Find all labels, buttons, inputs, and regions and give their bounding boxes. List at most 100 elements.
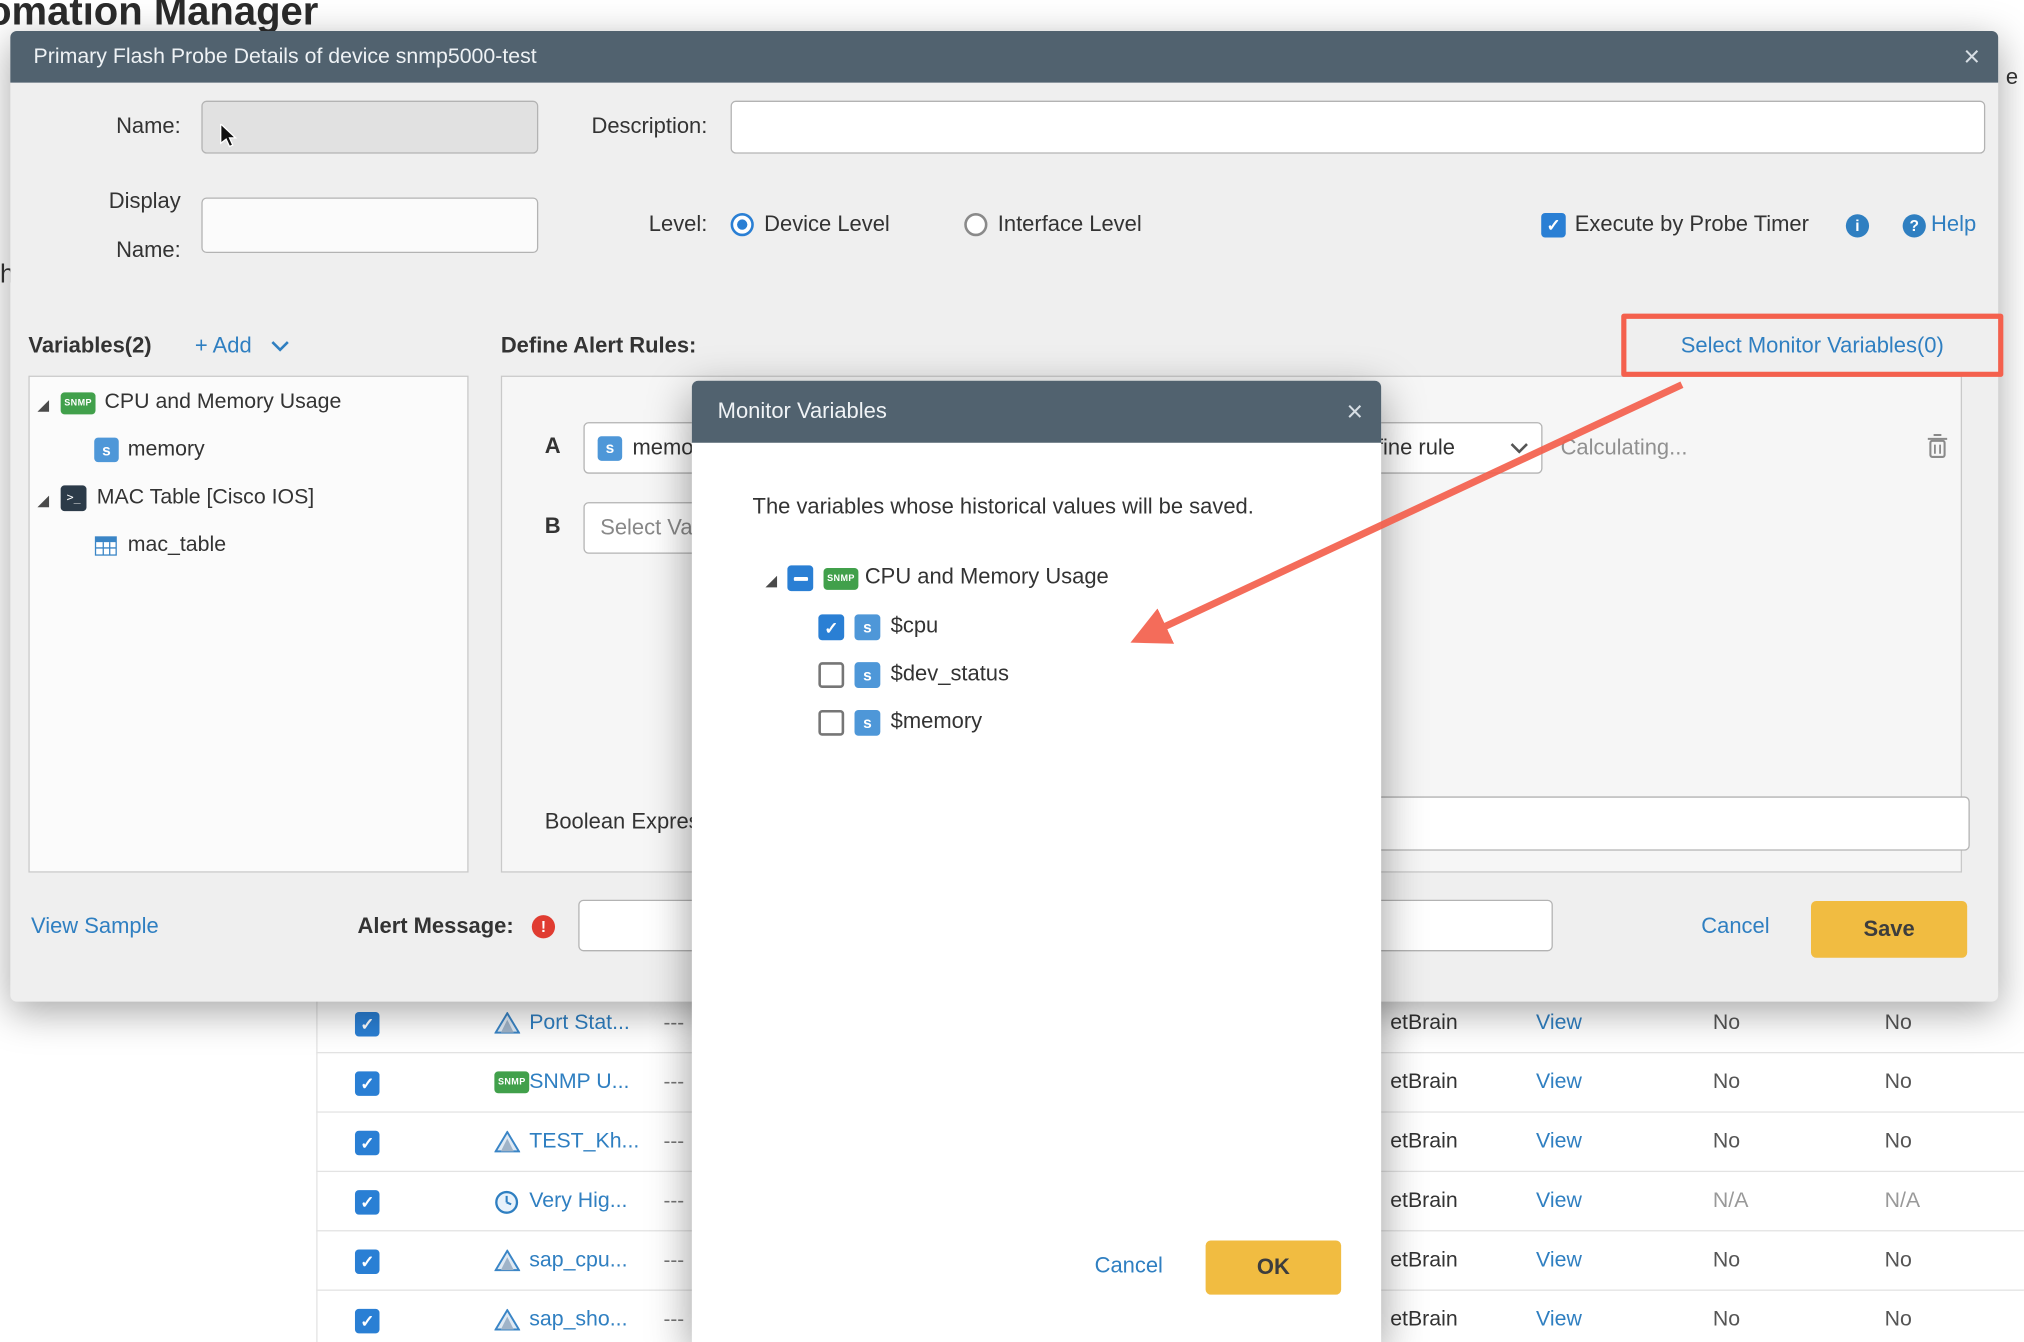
modal-tree-parent[interactable]: CPU and Memory Usage xyxy=(865,564,1109,590)
modal-tree-item-cpu[interactable]: $cpu xyxy=(891,613,939,639)
modal-description: The variables whose historical values wi… xyxy=(753,494,1254,520)
tree-item-cpu-memory-usage[interactable]: CPU and Memory Usage xyxy=(105,390,342,415)
row-name-link[interactable]: Port Stat... xyxy=(529,994,630,1052)
save-button[interactable]: Save xyxy=(1811,901,1967,958)
row-view-link[interactable]: View xyxy=(1536,1291,1582,1342)
tree-expander-icon[interactable] xyxy=(37,492,50,515)
row-dash: --- xyxy=(663,1053,684,1111)
row-name-link[interactable]: sap_cpu... xyxy=(529,1231,627,1289)
row-checkbox[interactable] xyxy=(355,1071,380,1096)
view-sample-link[interactable]: View Sample xyxy=(31,914,159,940)
row-view-link[interactable]: View xyxy=(1536,994,1582,1052)
chevron-down-icon xyxy=(271,341,289,353)
row-dash: --- xyxy=(663,1172,684,1230)
row-col-a: No xyxy=(1713,1291,1740,1342)
clock-icon xyxy=(494,1190,519,1221)
row-dash: --- xyxy=(663,1291,684,1342)
rule-row-b-label: B xyxy=(545,514,561,540)
variable-icon: s xyxy=(855,662,881,688)
row-source: etBrain xyxy=(1390,1172,1457,1230)
tree-expander-icon[interactable] xyxy=(37,396,50,419)
row-view-link[interactable]: View xyxy=(1536,1053,1582,1111)
annotation-highlight-rect: Select Monitor Variables(0) xyxy=(1621,314,2003,377)
cancel-button[interactable]: Cancel xyxy=(1701,914,1769,940)
boolean-expression-input[interactable] xyxy=(1291,796,1970,850)
help-icon[interactable]: ? xyxy=(1903,214,1926,237)
info-icon[interactable]: i xyxy=(1846,214,1869,237)
variable-icon: s xyxy=(855,614,881,640)
row-name-link[interactable]: Very Hig... xyxy=(529,1172,627,1230)
row-checkbox[interactable] xyxy=(355,1309,380,1334)
modal-title: Monitor Variables xyxy=(692,399,887,425)
variables-header: Variables(2) xyxy=(28,333,151,359)
tree-expander-icon[interactable] xyxy=(765,572,778,595)
row-col-b: N/A xyxy=(1885,1172,1921,1230)
display-name-label-line2: Name: xyxy=(36,238,181,264)
name-input[interactable] xyxy=(201,101,538,154)
help-link[interactable]: Help xyxy=(1931,212,1976,238)
row-col-a: No xyxy=(1713,1231,1740,1289)
row-source: etBrain xyxy=(1390,994,1457,1052)
row-col-b: No xyxy=(1885,994,1912,1052)
row-checkbox[interactable] xyxy=(355,1131,380,1156)
modal-ok-button[interactable]: OK xyxy=(1206,1240,1342,1294)
device-level-option[interactable]: Device Level xyxy=(764,212,890,238)
variable-icon: s xyxy=(94,438,119,463)
row-source: etBrain xyxy=(1390,1231,1457,1289)
device-level-radio[interactable] xyxy=(731,213,754,236)
monitor-variables-modal: Monitor Variables × The variables whose … xyxy=(692,381,1381,1342)
snmp-icon: SNMP xyxy=(494,1071,529,1093)
close-icon[interactable]: × xyxy=(1963,31,1980,83)
qapp-icon xyxy=(494,1012,520,1040)
table-variable-icon xyxy=(94,534,117,564)
memory-checkbox[interactable] xyxy=(818,710,844,736)
snmp-icon: SNMP xyxy=(61,392,96,414)
modal-cancel-button[interactable]: Cancel xyxy=(1095,1253,1163,1279)
row-name-link[interactable]: SNMP U... xyxy=(529,1053,629,1111)
row-source: etBrain xyxy=(1390,1113,1457,1171)
interface-level-radio[interactable] xyxy=(964,213,987,236)
calculating-status: Calculating... xyxy=(1561,435,1688,461)
display-name-input[interactable] xyxy=(201,197,538,253)
row-checkbox[interactable] xyxy=(355,1190,380,1215)
variable-icon: s xyxy=(598,436,623,461)
screen: omation Manager h e Port Stat... --- etB… xyxy=(0,0,2024,1342)
cpu-checkbox[interactable] xyxy=(818,614,844,640)
qapp-icon xyxy=(494,1131,520,1159)
execute-by-probe-timer-label: Execute by Probe Timer xyxy=(1575,212,1809,238)
tree-item-memory[interactable]: memory xyxy=(128,438,205,463)
parent-checkbox[interactable] xyxy=(787,565,813,591)
background-right-fragment: e xyxy=(2006,65,2018,91)
interface-level-option[interactable]: Interface Level xyxy=(998,212,1142,238)
row-checkbox[interactable] xyxy=(355,1012,380,1037)
modal-tree-item-memory[interactable]: $memory xyxy=(891,709,982,735)
row-name-link[interactable]: TEST_Kh... xyxy=(529,1113,639,1171)
row-name-link[interactable]: sap_sho... xyxy=(529,1291,627,1342)
display-name-label-line1: Display xyxy=(36,188,181,214)
name-label: Name: xyxy=(36,114,181,140)
row-dash: --- xyxy=(663,994,684,1052)
execute-by-probe-timer-checkbox[interactable] xyxy=(1541,213,1566,238)
tree-item-mac-table[interactable]: MAC Table [Cisco IOS] xyxy=(97,485,314,510)
define-alert-rules-header: Define Alert Rules: xyxy=(501,333,697,359)
tree-item-mac-table-var[interactable]: mac_table xyxy=(128,533,226,558)
row-checkbox[interactable] xyxy=(355,1249,380,1274)
trash-icon[interactable] xyxy=(1926,432,1949,466)
row-view-link[interactable]: View xyxy=(1536,1172,1582,1230)
snmp-icon: SNMP xyxy=(824,568,859,590)
close-icon[interactable]: × xyxy=(1346,381,1363,443)
add-variable-button[interactable]: + Add xyxy=(195,333,289,359)
modal-tree-item-dev-status[interactable]: $dev_status xyxy=(891,661,1009,687)
select-monitor-variables-button[interactable]: Select Monitor Variables(0) xyxy=(1681,332,1944,358)
variable-icon: s xyxy=(855,710,881,736)
dev-status-checkbox[interactable] xyxy=(818,662,844,688)
row-view-link[interactable]: View xyxy=(1536,1113,1582,1171)
alert-required-icon: ! xyxy=(532,915,555,938)
chevron-down-icon xyxy=(1510,442,1528,454)
row-view-link[interactable]: View xyxy=(1536,1231,1582,1289)
rule-row-a-label: A xyxy=(545,434,561,460)
alert-message-label: Alert Message: xyxy=(358,914,514,940)
row-col-a: N/A xyxy=(1713,1172,1749,1230)
description-input[interactable] xyxy=(731,101,1986,154)
row-col-b: No xyxy=(1885,1113,1912,1171)
